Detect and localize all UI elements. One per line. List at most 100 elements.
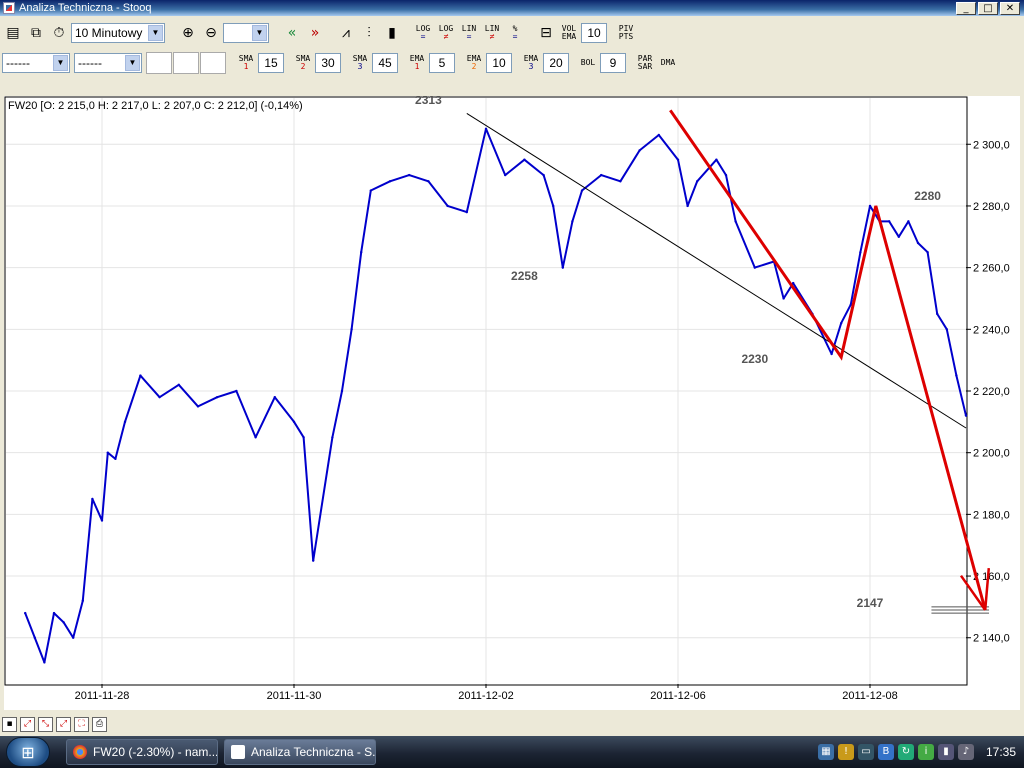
system-tray: ▦ ! ▭ B ↻ i ▮ ♪ 17:35 bbox=[814, 736, 1024, 768]
taskbar-item-label: Analiza Techniczna - S... bbox=[251, 745, 376, 759]
x-tick-label: 2011-11-30 bbox=[267, 690, 322, 702]
ema3-period-input[interactable]: 20 bbox=[543, 53, 569, 73]
volume-icon[interactable]: ♪ bbox=[957, 744, 974, 760]
price-point bbox=[331, 436, 334, 439]
clock-icon[interactable]: ⏱ bbox=[48, 22, 70, 44]
y-tick-label: 2 200,0 bbox=[973, 448, 1010, 460]
sma3-period-input[interactable]: 45 bbox=[372, 53, 398, 73]
price-chart[interactable]: 2 140,02 160,02 180,02 200,02 220,02 240… bbox=[4, 96, 1020, 710]
price-point bbox=[936, 312, 939, 316]
ema2-button[interactable]: EMA 2 bbox=[463, 52, 485, 74]
start-button[interactable]: ⊞ bbox=[6, 737, 50, 767]
chevron-down-icon[interactable]: ▼ bbox=[125, 55, 140, 71]
blank-slot-3[interactable] bbox=[200, 52, 226, 74]
save-icon[interactable]: ▪ bbox=[2, 716, 17, 732]
vol-ema-button[interactable]: VOL EMA bbox=[558, 22, 580, 44]
close-button[interactable]: ✕ bbox=[1000, 1, 1020, 15]
power-icon[interactable]: ▮ bbox=[937, 744, 954, 760]
price-point bbox=[360, 251, 363, 254]
price-point bbox=[840, 321, 843, 325]
blank-slot-1[interactable] bbox=[146, 52, 172, 74]
shrink-icon[interactable]: ⤡ bbox=[38, 716, 53, 732]
taskbar-item-analiza[interactable]: Analiza Techniczna - S... bbox=[224, 739, 376, 765]
fit-icon[interactable]: ⤢ bbox=[20, 716, 35, 732]
sma2-button[interactable]: SMA 2 bbox=[292, 52, 314, 74]
sma2-period-input[interactable]: 30 bbox=[315, 53, 341, 73]
vol-ema-period-input[interactable]: 10 bbox=[581, 23, 607, 43]
price-point bbox=[561, 266, 564, 269]
price-point bbox=[52, 611, 56, 615]
x-tick-label: 2011-12-06 bbox=[650, 690, 705, 702]
chevron-down-icon[interactable]: ▼ bbox=[53, 55, 68, 71]
sma1-button[interactable]: SMA 1 bbox=[235, 52, 257, 74]
chart-settings-icon[interactable]: ▤ bbox=[2, 22, 24, 44]
price-point bbox=[619, 180, 622, 183]
percent-button[interactable]: % = bbox=[504, 22, 526, 44]
ema2-period-input[interactable]: 10 bbox=[486, 53, 512, 73]
print-icon[interactable]: ⎙ bbox=[92, 716, 107, 732]
ema3-button[interactable]: EMA 3 bbox=[520, 52, 542, 74]
dma-label: DMA bbox=[660, 58, 676, 67]
price-point bbox=[114, 457, 117, 461]
window-title: Analiza Techniczna - Stooq bbox=[19, 2, 152, 14]
price-point bbox=[888, 220, 891, 223]
price-point bbox=[657, 133, 660, 137]
price-point bbox=[571, 220, 574, 223]
maximize-button[interactable]: □ bbox=[978, 1, 998, 15]
scroll-back-icon[interactable]: « bbox=[281, 22, 303, 44]
price-point bbox=[907, 220, 910, 223]
price-annotation: 2313 bbox=[415, 96, 442, 107]
price-point bbox=[600, 173, 603, 177]
indicator-toolbar: ------ ▼ ------ ▼ SMA 1 15 SMA 2 30 SMA 3 4… bbox=[0, 49, 1024, 77]
info-icon[interactable]: i bbox=[917, 744, 934, 760]
taskbar-item-browser[interactable]: FW20 (-2.30%) - nam... bbox=[66, 739, 218, 765]
line-chart-icon[interactable]: ⩘ bbox=[335, 22, 357, 44]
price-point bbox=[388, 180, 392, 183]
price-point bbox=[24, 611, 27, 615]
indicator-select-2[interactable]: ------ ▼ bbox=[74, 53, 142, 73]
price-point bbox=[139, 374, 142, 377]
lin-equal-button[interactable]: LIN = bbox=[458, 22, 480, 44]
log-notequal-button[interactable]: LOG ≠ bbox=[435, 22, 457, 44]
interval-select[interactable]: 10 Minutowy ▼ bbox=[71, 23, 165, 43]
bluetooth-icon[interactable]: B bbox=[877, 744, 894, 760]
bollinger-button[interactable]: BOL bbox=[577, 52, 599, 74]
pivot-points-button[interactable]: PIV PTS bbox=[615, 22, 637, 44]
bollinger-period-input[interactable]: 9 bbox=[600, 53, 626, 73]
ema1-period-input[interactable]: 5 bbox=[429, 53, 455, 73]
blank-slot-2[interactable] bbox=[173, 52, 199, 74]
candlestick-icon[interactable]: ▮ bbox=[381, 22, 403, 44]
bar-chart-icon[interactable]: ⫶ bbox=[358, 22, 380, 44]
chevron-down-icon[interactable]: ▼ bbox=[148, 25, 163, 41]
minimize-button[interactable]: _ bbox=[956, 1, 976, 15]
sma1-period-input[interactable]: 15 bbox=[258, 53, 284, 73]
scroll-forward-icon[interactable]: » bbox=[304, 22, 326, 44]
volume-chart-icon[interactable]: ⊟ bbox=[535, 22, 557, 44]
window-layout-icon[interactable]: ⧉ bbox=[25, 22, 47, 44]
ema1-sub: 1 bbox=[414, 62, 420, 71]
network-icon[interactable]: ▦ bbox=[817, 744, 834, 760]
fullscreen-icon[interactable]: ⛶ bbox=[74, 716, 89, 732]
parabolic-sar-button[interactable]: PAR SAR bbox=[634, 52, 656, 74]
display-icon[interactable]: ▭ bbox=[857, 744, 874, 760]
lin-notequal-button[interactable]: LIN ≠ bbox=[481, 22, 503, 44]
bol-label: BOL bbox=[580, 58, 596, 67]
expand-icon[interactable]: ⤢ bbox=[56, 716, 71, 732]
sync-icon[interactable]: ↻ bbox=[897, 744, 914, 760]
zoom-in-icon[interactable]: ⊕ bbox=[177, 22, 199, 44]
chevron-down-icon[interactable]: ▼ bbox=[252, 25, 267, 41]
sma3-button[interactable]: SMA 3 bbox=[349, 52, 371, 74]
window-title-bar[interactable]: Analiza Techniczna - Stooq _ □ ✕ bbox=[0, 0, 1024, 16]
chart-panel[interactable]: 2 140,0 2 160,0 2 180,0 2 200,0 2 220,0 2 240… bbox=[4, 96, 1020, 710]
price-point bbox=[340, 389, 344, 393]
log-equal-button[interactable]: LOG = bbox=[412, 22, 434, 44]
ema1-button[interactable]: EMA 1 bbox=[406, 52, 428, 74]
dma-button[interactable]: DMA bbox=[657, 52, 679, 74]
zoom-select[interactable]: ▼ bbox=[223, 23, 269, 43]
indicator-select-1[interactable]: ------ ▼ bbox=[2, 53, 70, 73]
price-point bbox=[504, 173, 507, 177]
security-icon[interactable]: ! bbox=[837, 744, 854, 760]
zoom-out-icon[interactable]: ⊖ bbox=[200, 22, 222, 44]
price-point bbox=[734, 220, 737, 223]
java-icon bbox=[231, 745, 245, 759]
